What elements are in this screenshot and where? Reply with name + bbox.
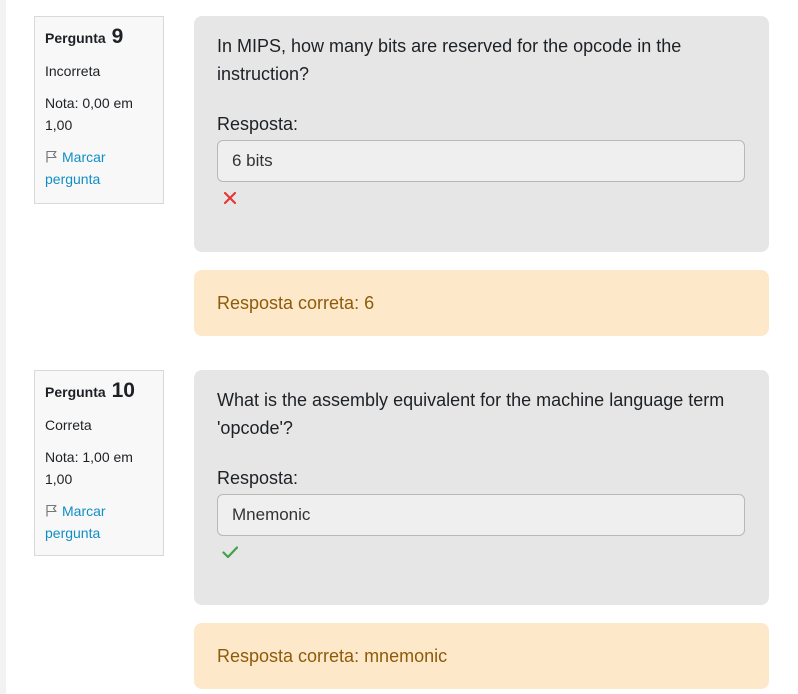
left-border-strip [0,0,6,694]
flag-question-link[interactable]: Marcar pergunta [45,146,153,190]
question-number: Pergunta 10 [45,379,153,402]
question-number: Pergunta 9 [45,25,153,48]
answer-input[interactable]: Mnemonic [217,494,745,536]
question-grade: Nota: 0,00 em 1,00 [45,95,133,133]
question-label: Pergunta [45,384,106,400]
question-text: What is the assembly equivalent for the … [217,390,725,438]
cross-icon [223,191,237,205]
question-info-10: Pergunta 10 Correta Nota: 1,00 em 1,00 M… [34,370,164,556]
flag-question-link[interactable]: Marcar pergunta [45,500,153,544]
question-number-value: 10 [111,379,135,402]
question-formulation-9: In MIPS, how many bits are reserved for … [194,16,769,252]
answer-label: Resposta: [217,114,299,134]
question-number-value: 9 [111,25,124,48]
correct-answer-feedback-10: Resposta correta: mnemonic [194,623,769,689]
quiz-review-page: Pergunta 9 Incorreta Nota: 0,00 em 1,00 … [0,0,798,694]
question-label: Pergunta [45,30,106,46]
question-state: Correta [45,417,92,433]
answer-label: Resposta: [217,468,299,488]
question-grade: Nota: 1,00 em 1,00 [45,449,133,487]
question-info-9: Pergunta 9 Incorreta Nota: 0,00 em 1,00 … [34,16,164,204]
question-formulation-10: What is the assembly equivalent for the … [194,370,769,605]
flag-icon [46,150,57,163]
check-icon [222,546,238,559]
answer-input[interactable]: 6 bits [217,140,745,182]
question-state: Incorreta [45,63,101,79]
correct-answer-feedback-9: Resposta correta: 6 [194,270,769,336]
flag-icon [46,504,57,517]
question-text: In MIPS, how many bits are reserved for … [217,36,682,84]
